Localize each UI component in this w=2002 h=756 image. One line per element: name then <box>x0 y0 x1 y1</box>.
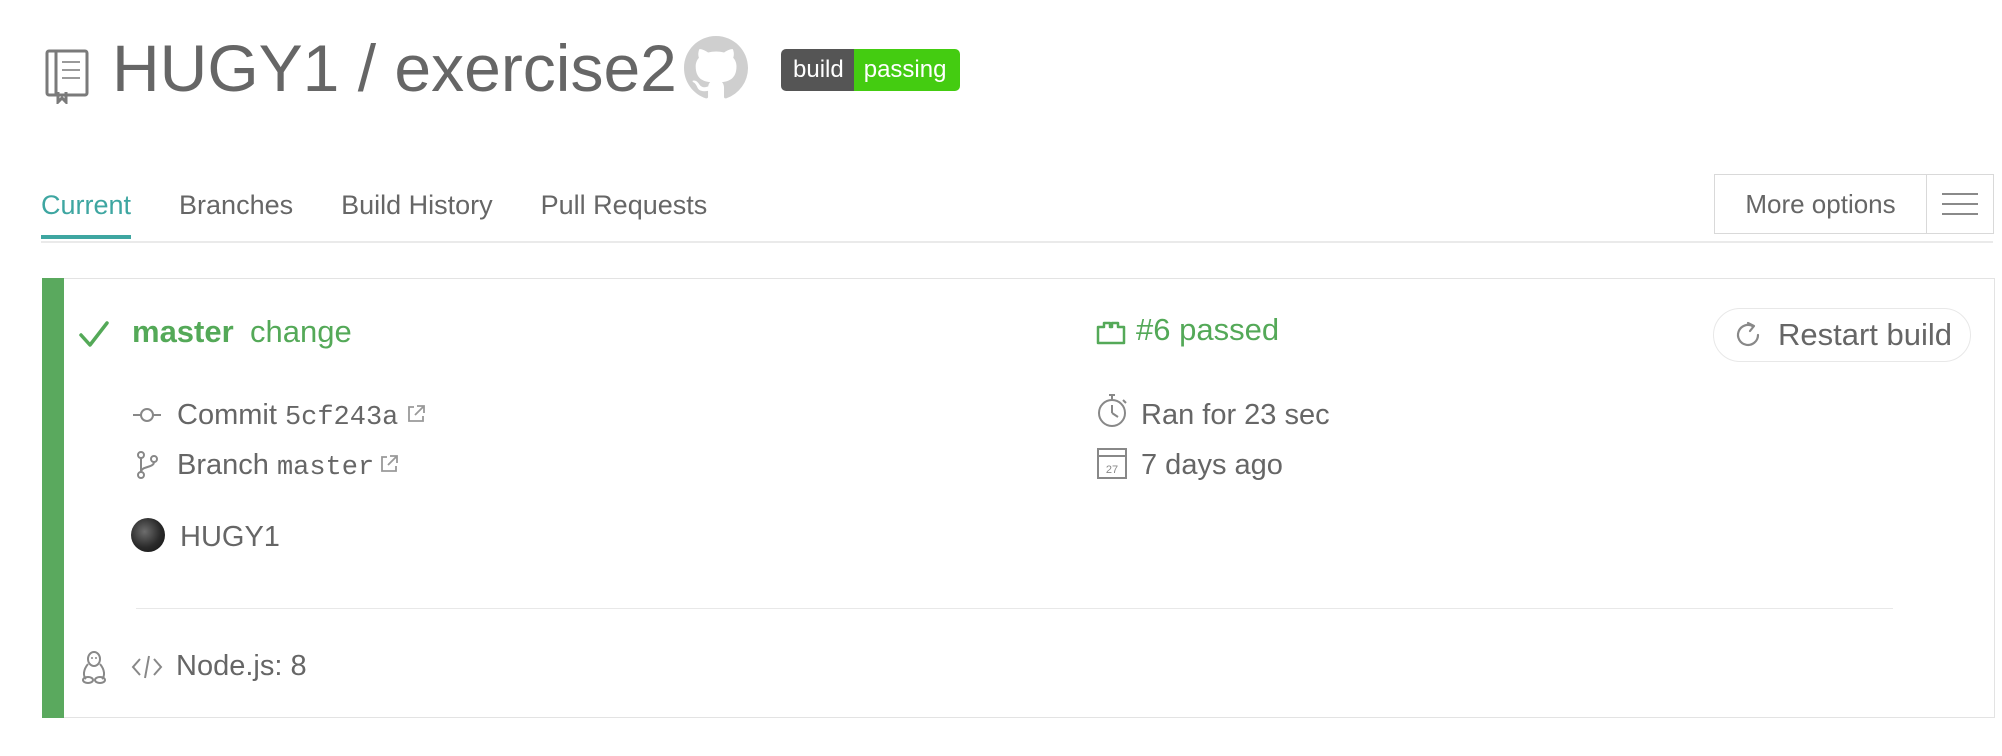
restart-build-label: Restart build <box>1778 317 1953 352</box>
tabs-divider <box>41 241 1993 243</box>
build-number-icon <box>1096 321 1126 345</box>
commit-label: Commit <box>177 399 277 431</box>
branch-icon <box>137 451 158 479</box>
more-options-label: More options <box>1715 175 1927 233</box>
external-link-icon[interactable] <box>379 454 399 474</box>
build-status-badge[interactable]: build passing <box>781 49 961 91</box>
tab-current[interactable]: Current <box>41 190 132 239</box>
avatar <box>131 518 165 552</box>
build-finished-time: 7 days ago <box>1141 449 1283 481</box>
build-branch-link[interactable]: master <box>132 312 234 352</box>
build-number-status[interactable]: #6 passed <box>1136 310 1279 350</box>
restart-icon <box>1736 321 1760 347</box>
tab-pull-requests[interactable]: Pull Requests <box>541 190 708 239</box>
commit-hash[interactable]: 5cf243a <box>285 403 398 433</box>
repository-title: HUGY1 / exercise2 <box>112 31 677 105</box>
stopwatch-icon <box>1098 394 1127 427</box>
commit-info[interactable]: Commit 5cf243a <box>177 397 398 436</box>
github-icon[interactable] <box>684 36 748 100</box>
build-status-bar <box>42 278 64 718</box>
badge-label: build <box>781 49 854 91</box>
badge-status: passing <box>853 49 961 91</box>
tab-branches[interactable]: Branches <box>179 190 293 239</box>
commit-icon <box>133 408 161 422</box>
check-icon <box>79 321 109 347</box>
branch-label: Branch <box>177 449 269 481</box>
repo-tabs: Current Branches Build History Pull Requ… <box>41 190 755 239</box>
calendar-icon: 27 <box>1097 448 1127 479</box>
author-name[interactable]: HUGY1 <box>180 519 280 555</box>
more-options-button[interactable]: More options <box>1714 174 1994 234</box>
job-divider <box>136 608 1893 609</box>
code-icon <box>131 655 163 679</box>
external-link-icon[interactable] <box>406 404 426 424</box>
build-duration: Ran for 23 sec <box>1141 399 1330 431</box>
hamburger-menu-icon[interactable] <box>1927 175 1993 233</box>
branch-info[interactable]: Branch master <box>177 447 374 486</box>
restart-build-button[interactable]: Restart build <box>1713 308 1971 362</box>
linux-icon <box>82 651 106 684</box>
repository-icon <box>45 49 89 104</box>
tab-build-history[interactable]: Build History <box>341 190 493 239</box>
calendar-day: 27 <box>1106 464 1118 476</box>
change-link[interactable]: change <box>250 312 352 352</box>
branch-value[interactable]: master <box>277 453 374 483</box>
job-language[interactable]: Node.js: 8 <box>176 648 307 684</box>
